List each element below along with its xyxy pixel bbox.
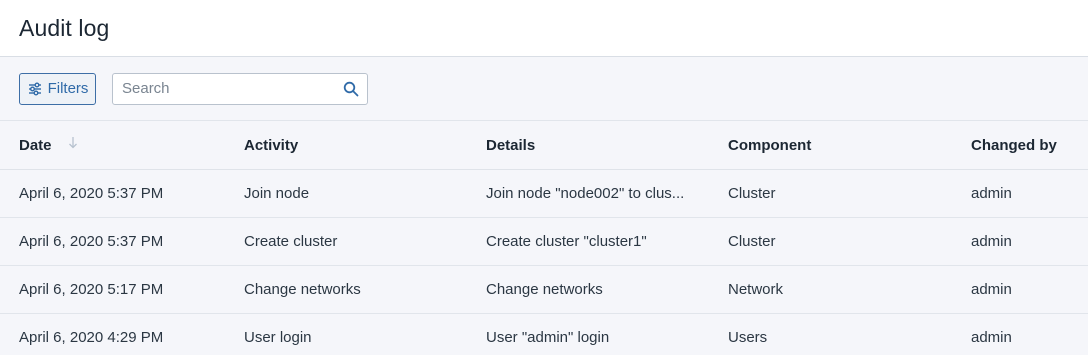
page-title: Audit log [19, 14, 110, 41]
cell-activity: User login [244, 328, 312, 346]
cell-date: April 6, 2020 5:37 PM [19, 184, 164, 202]
page-header: Audit log [0, 0, 1088, 57]
column-header-component[interactable]: Component [728, 121, 971, 169]
column-header-changed-by[interactable]: Changed by [971, 121, 1088, 169]
cell-changed-by: admin [971, 232, 1012, 250]
cell-date: April 6, 2020 4:29 PM [19, 328, 164, 346]
filters-button-label: Filters [47, 80, 89, 97]
cell-component: Users [728, 328, 768, 346]
arrow-down-icon[interactable] [68, 136, 78, 153]
cell-changed-by: admin [971, 280, 1012, 298]
audit-log-table: Date Activity Details Component Changed … [0, 121, 1088, 355]
column-header-label: Date [19, 136, 52, 154]
filters-button[interactable]: Filters [19, 72, 96, 105]
cell-date: April 6, 2020 5:37 PM [19, 232, 164, 250]
toolbar: Filters [0, 57, 1088, 121]
table-header-row: Date Activity Details Component Changed … [0, 121, 1088, 169]
cell-details: User "admin" login [486, 328, 610, 346]
table-row[interactable]: April 6, 2020 5:37 PM Join node Join nod… [0, 169, 1088, 217]
table-row[interactable]: April 6, 2020 4:29 PM User login User "a… [0, 313, 1088, 355]
cell-activity: Change networks [244, 280, 361, 298]
cell-activity: Join node [244, 184, 310, 202]
cell-component: Cluster [728, 184, 776, 202]
cell-date: April 6, 2020 5:17 PM [19, 280, 164, 298]
cell-activity: Create cluster [244, 232, 338, 250]
table-row[interactable]: April 6, 2020 5:17 PM Change networks Ch… [0, 265, 1088, 313]
cell-component: Network [728, 280, 784, 298]
column-header-activity[interactable]: Activity [244, 121, 486, 169]
cell-changed-by: admin [971, 184, 1012, 202]
search-icon[interactable] [343, 81, 359, 97]
search-box [112, 72, 368, 105]
cell-details: Create cluster "cluster1" [486, 232, 647, 250]
cell-component: Cluster [728, 232, 776, 250]
sliders-icon [27, 81, 43, 97]
cell-changed-by: admin [971, 328, 1012, 346]
column-header-details[interactable]: Details [486, 121, 728, 169]
cell-details: Join node "node002" to clus... [486, 184, 685, 202]
cell-details: Change networks [486, 280, 603, 298]
column-header-date[interactable]: Date [0, 121, 244, 169]
table-row[interactable]: April 6, 2020 5:37 PM Create cluster Cre… [0, 217, 1088, 265]
search-input[interactable] [122, 80, 343, 97]
